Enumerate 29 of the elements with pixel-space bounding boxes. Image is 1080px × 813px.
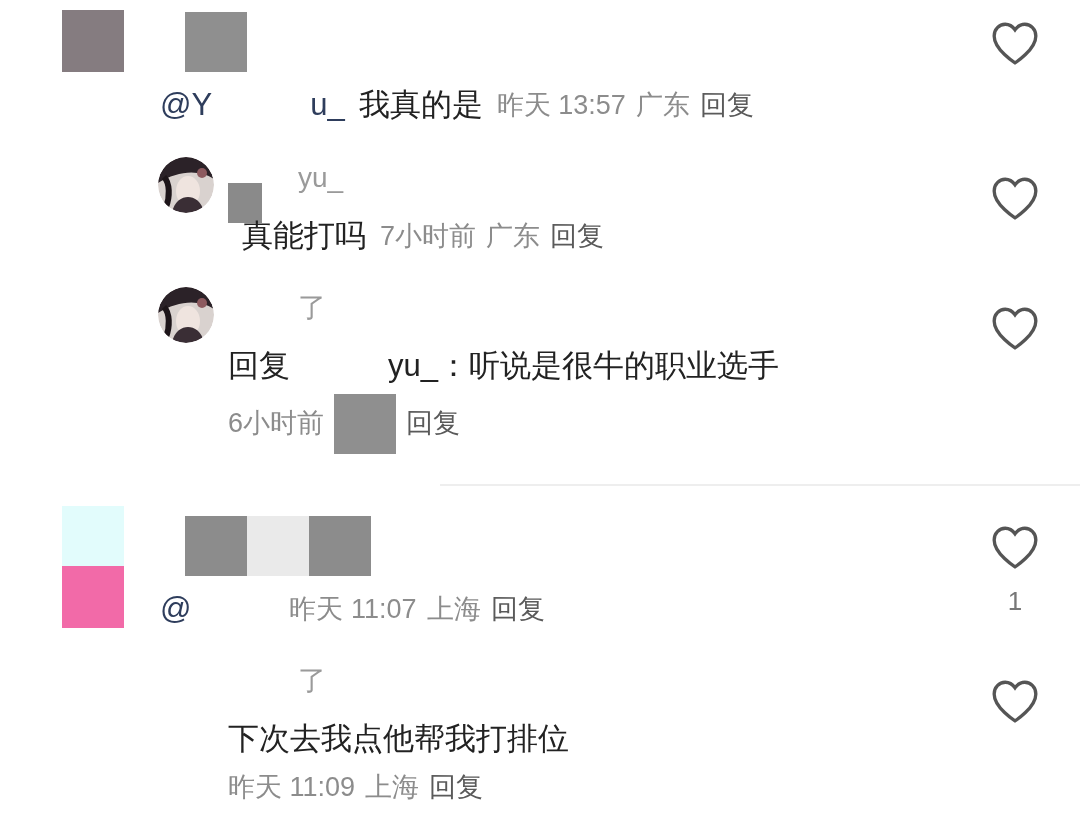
mention-link[interactable]: u_	[310, 82, 345, 129]
mention-link[interactable]: @Y	[160, 82, 213, 129]
comment-text: 我真的是	[358, 86, 483, 124]
comment-meta: 上海	[426, 592, 481, 626]
reply-link[interactable]: 回复	[406, 403, 461, 444]
redaction-block	[185, 12, 247, 72]
reply-link[interactable]: 回复	[429, 766, 484, 807]
heart-icon[interactable]	[990, 678, 1040, 724]
redacted-avatar	[62, 10, 124, 72]
comment-meta: 6小时前	[228, 407, 325, 441]
comment-meta: 广东	[486, 219, 541, 253]
comment-text: 真能打吗	[242, 216, 366, 255]
like-count: 1	[1007, 584, 1023, 618]
comment-meta: 7小时前	[380, 219, 477, 253]
comment-meta: 昨天 11:09	[228, 770, 356, 804]
reply-link[interactable]: 回复	[699, 85, 754, 126]
comment-text: 回复	[228, 347, 290, 385]
comment-meta: 昨天 13:57	[496, 89, 626, 122]
heart-icon[interactable]	[990, 305, 1040, 351]
comment-meta: 昨天 11:07	[289, 592, 417, 626]
redaction-block	[334, 393, 397, 454]
comment-text: 下次去我点他帮我打排位	[228, 720, 569, 758]
heart-icon[interactable]	[990, 20, 1040, 66]
comment-text: yu_：听说是很牛的职业选手	[388, 347, 779, 385]
mention-link[interactable]: @	[160, 585, 192, 632]
reply-link[interactable]: 回复	[490, 588, 545, 629]
comment-meta: 广东	[635, 89, 690, 122]
reply-link[interactable]: 回复	[550, 215, 605, 256]
comment-meta: 上海	[365, 770, 420, 804]
